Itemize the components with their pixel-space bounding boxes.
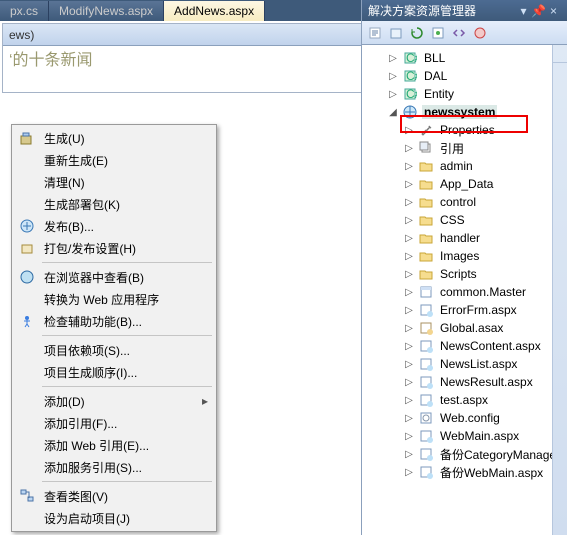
close-icon[interactable]: × [546,4,561,18]
node-properties[interactable]: ▷Properties [362,121,567,139]
node-control[interactable]: ▷control [362,193,567,211]
node-webconfig[interactable]: ▷Web.config [362,409,567,427]
node-admin[interactable]: ▷admin [362,157,567,175]
view-code-icon[interactable] [450,24,468,42]
aspx-icon [417,356,435,372]
properties-icon[interactable] [366,24,384,42]
dropdown-value: ews) [9,28,34,42]
node-errorfrm[interactable]: ▷ErrorFrm.aspx [362,301,567,319]
svg-text:C#: C# [406,69,417,83]
webproj-icon [401,104,419,120]
tab-px-cs[interactable]: px.cs [0,1,49,21]
csproj-icon: C# [401,86,419,102]
node-entity[interactable]: ▷C#Entity [362,85,567,103]
nest-icon[interactable] [429,24,447,42]
aspx-icon [417,374,435,390]
node-newscontent[interactable]: ▷NewsContent.aspx [362,337,567,355]
node-appdata[interactable]: ▷App_Data [362,175,567,193]
node-newssystem[interactable]: ◢newssystem [362,103,567,121]
context-menu: 生成(U) 重新生成(E) 清理(N) 生成部署包(K) 发布(B)... 打包… [11,124,217,532]
menu-clean[interactable]: 清理(N) [14,171,214,193]
menu-add[interactable]: 添加(D)▸ [14,390,214,412]
publish-icon [16,218,38,234]
node-bak1[interactable]: ▷备份CategoryManager [362,445,567,463]
node-handler[interactable]: ▷handler [362,229,567,247]
node-bak2[interactable]: ▷备份WebMain.aspx [362,463,567,481]
asp-config-icon[interactable] [471,24,489,42]
folder-icon [417,248,435,264]
aspx-icon [417,446,435,462]
menu-proj-deps[interactable]: 项目依赖项(S)... [14,339,214,361]
node-css[interactable]: ▷CSS [362,211,567,229]
node-dal[interactable]: ▷C#DAL [362,67,567,85]
menu-package[interactable]: 打包/发布设置(H) [14,237,214,259]
references-icon [417,140,435,156]
menu-class-diagram[interactable]: 查看类图(V) [14,485,214,507]
menu-view-browser[interactable]: 在浏览器中查看(B) [14,266,214,288]
panel-title-text: 解决方案资源管理器 [368,2,476,19]
aspx-icon [417,302,435,318]
menu-accessibility[interactable]: 检查辅助功能(B)... [14,310,214,332]
asax-icon [417,320,435,336]
folder-icon [417,266,435,282]
folder-icon [417,230,435,246]
menu-build[interactable]: 生成(U) [14,127,214,149]
node-references[interactable]: ▷引用 [362,139,567,157]
node-webmain[interactable]: ▷WebMain.aspx [362,427,567,445]
config-icon [417,410,435,426]
tool-window-strip [552,45,567,535]
folder-icon [417,212,435,228]
folder-icon [417,158,435,174]
menu-publish[interactable]: 发布(B)... [14,215,214,237]
aspx-icon [417,338,435,354]
menu-build-deploy[interactable]: 生成部署包(K) [14,193,214,215]
svg-text:C#: C# [406,51,417,65]
node-global[interactable]: ▷Global.asax [362,319,567,337]
submenu-arrow-icon: ▸ [202,394,212,408]
node-images[interactable]: ▷Images [362,247,567,265]
aspx-icon [417,392,435,408]
explorer-toolbar [362,21,567,45]
aspx-icon [417,428,435,444]
node-newslist[interactable]: ▷NewsList.aspx [362,355,567,373]
tree: ▷C#BLL ▷C#DAL ▷C#Entity ◢newssystem ▷Pro… [362,45,567,485]
menu-rebuild[interactable]: 重新生成(E) [14,149,214,171]
folder-icon [417,176,435,192]
wrench-icon [417,122,435,138]
accessibility-icon [16,313,38,329]
class-diagram-icon [16,488,38,504]
tab-modifynews[interactable]: ModifyNews.aspx [49,1,164,21]
browser-icon [16,269,38,285]
dropdown-icon[interactable]: ▾ [516,4,531,18]
tab-addnews[interactable]: AddNews.aspx [164,1,265,21]
menu-set-startup[interactable]: 设为启动项目(J) [14,507,214,529]
master-icon [417,284,435,300]
node-common-master[interactable]: ▷common.Master [362,283,567,301]
folder-icon [417,194,435,210]
node-scripts[interactable]: ▷Scripts [362,265,567,283]
csproj-icon: C# [401,50,419,66]
menu-add-svc-ref[interactable]: 添加服务引用(S)... [14,456,214,478]
menu-build-order[interactable]: 项目生成顺序(I)... [14,361,214,383]
package-icon [16,240,38,256]
build-icon [16,130,38,146]
node-test[interactable]: ▷test.aspx [362,391,567,409]
refresh-icon[interactable] [408,24,426,42]
node-newsresult[interactable]: ▷NewsResult.aspx [362,373,567,391]
menu-convert[interactable]: 转换为 Web 应用程序 [14,288,214,310]
show-all-icon[interactable] [387,24,405,42]
aspx-icon [417,464,435,480]
pin-icon[interactable]: 📌 [531,4,546,18]
menu-add-ref[interactable]: 添加引用(F)... [14,412,214,434]
editor-placeholder-text: ‘的十条新闻 [9,46,93,70]
svg-text:C#: C# [406,87,417,101]
menu-add-web-ref[interactable]: 添加 Web 引用(E)... [14,434,214,456]
panel-titlebar[interactable]: 解决方案资源管理器 ▾ 📌 × [362,0,567,21]
node-bll[interactable]: ▷C#BLL [362,49,567,67]
csproj-icon: C# [401,68,419,84]
solution-explorer: 解决方案资源管理器 ▾ 📌 × ▷C#BLL ▷C#DAL ▷C#Entity … [361,0,567,535]
